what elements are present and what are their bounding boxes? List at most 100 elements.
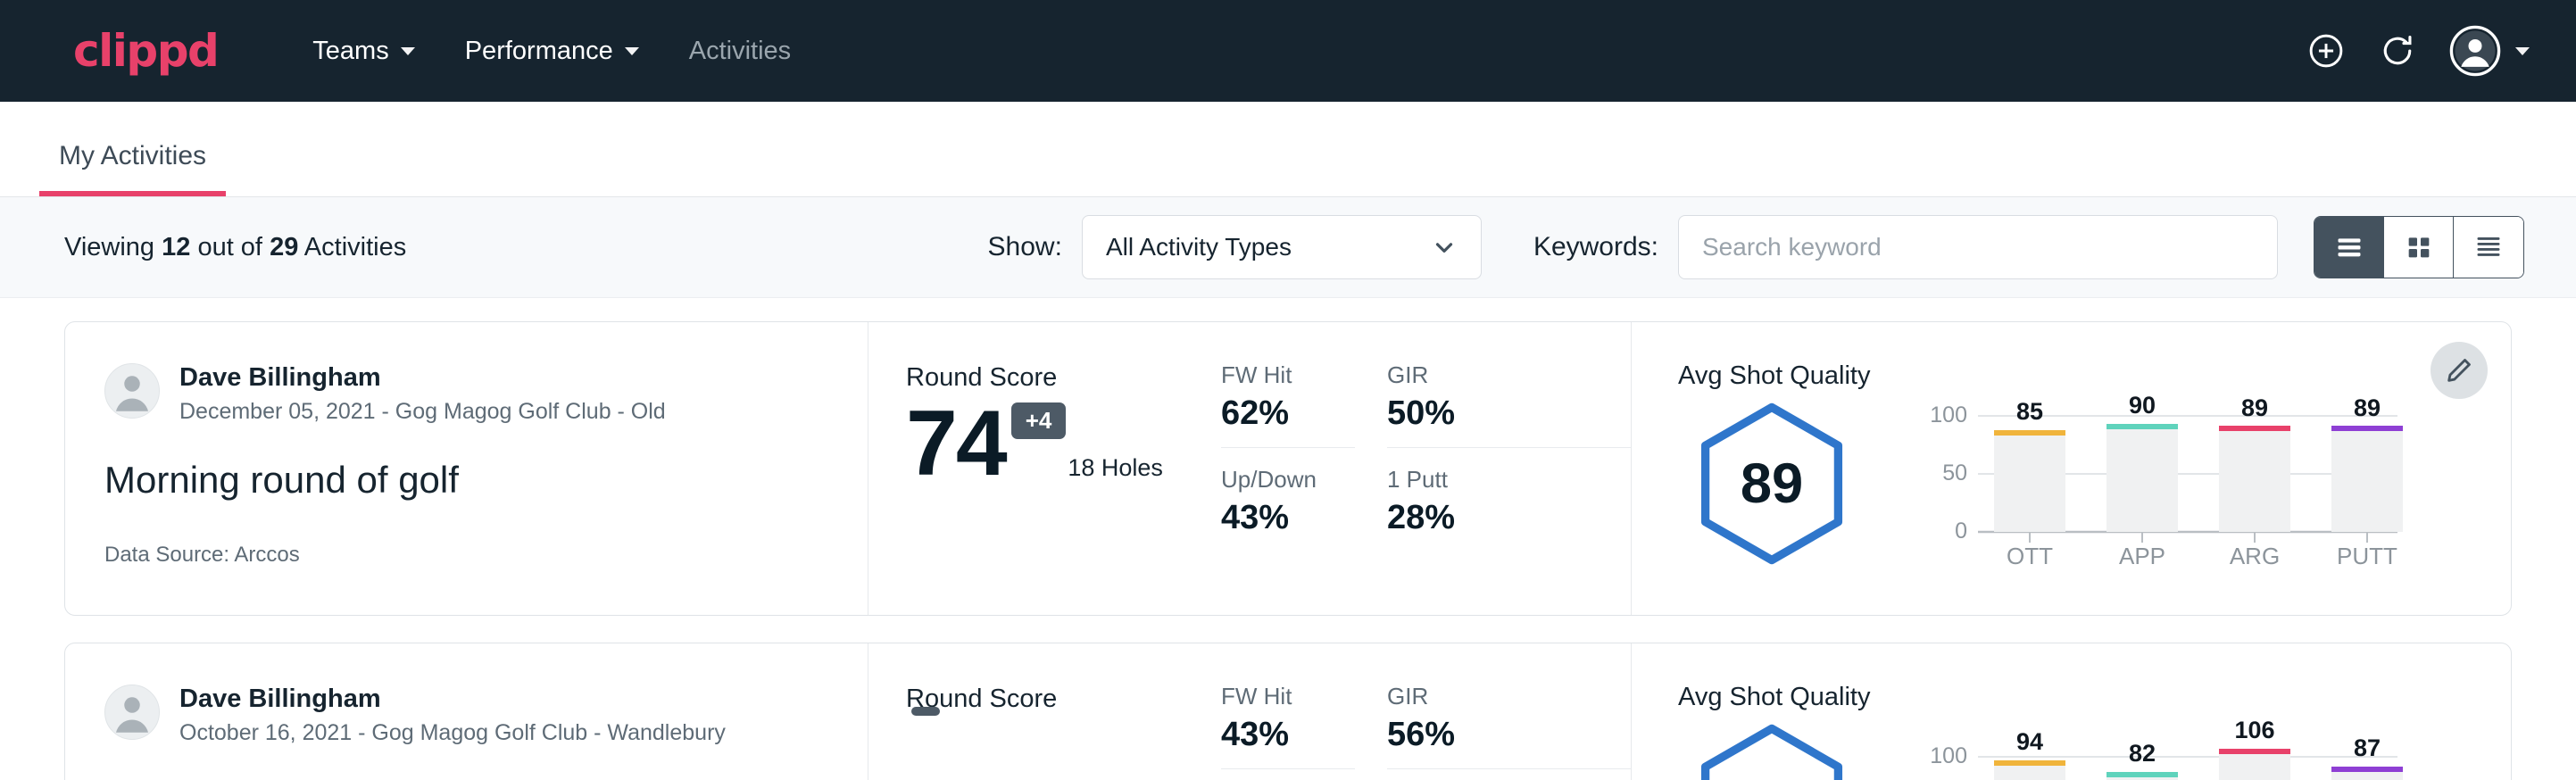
stat-gir-value: 56% xyxy=(1387,716,1595,754)
xtick-label-ott: OTT xyxy=(2007,543,2053,568)
round-score-column: Round Score 74 +4 18 Holes xyxy=(868,322,1221,615)
bar-value-ott: 85 xyxy=(2016,398,2043,425)
bar-cap-arg xyxy=(2219,749,2290,754)
bar-value-app: 82 xyxy=(2129,740,2156,767)
holes-played-label: 18 Holes xyxy=(1068,454,1163,482)
nav-item-teams[interactable]: Teams xyxy=(287,28,439,75)
nav-actions xyxy=(2306,0,2530,102)
account-menu-button[interactable] xyxy=(2449,25,2530,77)
bar-value-app: 90 xyxy=(2129,394,2156,419)
activity-type-select[interactable]: All Activity Types xyxy=(1082,215,1482,279)
stat-fw-hit-label: FW Hit xyxy=(1221,361,1319,389)
bar-app xyxy=(2107,427,2178,532)
stat-one-putt: 1 Putt 28% xyxy=(1387,466,1631,537)
keywords-label: Keywords: xyxy=(1533,232,1658,262)
compact-view-button[interactable] xyxy=(2454,217,2523,278)
stat-fw-hit: FW Hit 43% xyxy=(1221,683,1355,769)
bar-value-arg: 89 xyxy=(2241,394,2268,421)
nav-item-performance[interactable]: Performance xyxy=(440,28,664,75)
avg-shot-quality-body: 100 50 0 94 OTT 82 APP xyxy=(1678,716,2511,780)
bar-cap-arg xyxy=(2219,426,2290,431)
avg-shot-quality-heading: Avg Shot Quality xyxy=(1678,361,2511,391)
tab-my-activities[interactable]: My Activities xyxy=(39,141,226,196)
stat-fw-hit-value: 62% xyxy=(1221,394,1319,433)
activity-user-name: Dave Billingham xyxy=(179,363,666,393)
activity-card[interactable]: Dave Billingham December 05, 2021 - Gog … xyxy=(64,321,2512,616)
avatar xyxy=(104,363,160,419)
round-score-value: 74 xyxy=(906,402,1006,487)
activity-list: Dave Billingham December 05, 2021 - Gog … xyxy=(0,298,2576,780)
primary-nav: Teams Performance Activities xyxy=(287,28,816,75)
grid-view-icon xyxy=(2401,229,2437,265)
tab-bar: My Activities xyxy=(0,102,2576,197)
quality-hexagon: 89 xyxy=(1678,401,1866,567)
quality-score-value: 89 xyxy=(1741,452,1803,515)
user-avatar-icon xyxy=(105,363,159,418)
pencil-icon xyxy=(2444,355,2474,386)
stat-gir-label: GIR xyxy=(1387,683,1595,710)
grid-view-button[interactable] xyxy=(2384,217,2454,278)
account-avatar-icon xyxy=(2449,25,2501,77)
activity-card[interactable]: Dave Billingham October 16, 2021 - Gog M… xyxy=(64,643,2512,780)
viewing-middle: out of xyxy=(197,233,262,261)
round-score-value-row: 74 +4 18 Holes xyxy=(906,402,1221,487)
edit-activity-button[interactable] xyxy=(2431,342,2488,399)
stat-up-down-label: Up/Down xyxy=(1221,466,1319,494)
xtick-label-app: APP xyxy=(2119,543,2165,568)
nav-item-activities-label: Activities xyxy=(689,37,791,66)
hexagon-score-badge xyxy=(1689,722,1855,780)
xtick-label-putt: PUTT xyxy=(2337,543,2397,568)
bar-cap-putt xyxy=(2331,426,2403,431)
stat-fw-hit-value: 43% xyxy=(1221,716,1319,754)
shot-quality-bar-chart: 100 50 0 85 OTT 90 APP xyxy=(1908,394,2408,573)
bar-ott xyxy=(1994,433,2065,532)
plus-circle-icon xyxy=(2306,31,2346,71)
bar-value-putt: 89 xyxy=(2354,394,2381,421)
nav-item-activities[interactable]: Activities xyxy=(664,28,816,75)
avg-shot-quality-column: Avg Shot Quality 89 100 xyxy=(1632,322,2511,615)
hexagon-score-badge: 89 xyxy=(1689,401,1855,567)
activity-info-column: Dave Billingham October 16, 2021 - Gog M… xyxy=(65,643,868,780)
search-input[interactable] xyxy=(1678,215,2278,279)
stat-fw-hit: FW Hit 62% xyxy=(1221,361,1355,448)
tab-my-activities-label: My Activities xyxy=(59,141,206,170)
stat-up-down: Up/Down 43% xyxy=(1221,466,1355,537)
filter-bar: Viewing 12 out of 29 Activities Show: Al… xyxy=(0,197,2576,298)
show-label: Show: xyxy=(988,232,1062,262)
stat-gir: GIR 50% xyxy=(1387,361,1631,448)
activity-date-venue: December 05, 2021 - Gog Magog Golf Club … xyxy=(179,399,666,425)
top-navigation-bar: clippd Teams Performance Activities xyxy=(0,0,2576,102)
round-stats-grid: FW Hit 62% GIR 50% Up/Down 43% 1 Putt 28… xyxy=(1221,322,1632,615)
compact-view-icon xyxy=(2471,229,2506,265)
round-score-heading: Round Score xyxy=(906,685,1221,714)
stat-gir-value: 50% xyxy=(1387,394,1595,433)
list-view-icon xyxy=(2331,229,2367,265)
bar-cap-app xyxy=(2107,772,2178,777)
stat-gir: GIR 56% xyxy=(1387,683,1631,769)
view-mode-toggle xyxy=(2314,216,2524,278)
activity-date-venue: October 16, 2021 - Gog Magog Golf Club -… xyxy=(179,720,726,746)
viewing-suffix: Activities xyxy=(304,233,406,261)
viewing-count: 12 xyxy=(162,233,190,261)
avatar xyxy=(104,685,160,740)
stat-one-putt-label: 1 Putt xyxy=(1387,466,1595,494)
ytick-100: 100 xyxy=(1930,743,1967,768)
app-logo[interactable]: clippd xyxy=(73,25,218,77)
round-score-value-row xyxy=(906,723,1221,732)
chevron-down-icon xyxy=(625,47,639,55)
activity-user-name: Dave Billingham xyxy=(179,685,726,714)
bar-cap-ott xyxy=(1994,430,2065,436)
user-avatar-icon xyxy=(105,685,159,739)
activity-user: Dave Billingham October 16, 2021 - Gog M… xyxy=(104,685,868,746)
round-stats-grid: FW Hit 43% GIR 56% xyxy=(1221,643,1632,780)
activity-type-select-value: All Activity Types xyxy=(1106,233,1292,261)
bar-arg xyxy=(2219,428,2290,532)
refresh-button[interactable] xyxy=(2378,31,2417,71)
avg-shot-quality-heading: Avg Shot Quality xyxy=(1678,683,2511,712)
chevron-down-icon xyxy=(401,47,415,55)
add-activity-button[interactable] xyxy=(2306,31,2346,71)
nav-item-teams-label: Teams xyxy=(312,37,388,66)
chevron-down-icon xyxy=(2515,47,2530,55)
list-view-button[interactable] xyxy=(2314,217,2384,278)
bar-arg xyxy=(2219,751,2290,780)
